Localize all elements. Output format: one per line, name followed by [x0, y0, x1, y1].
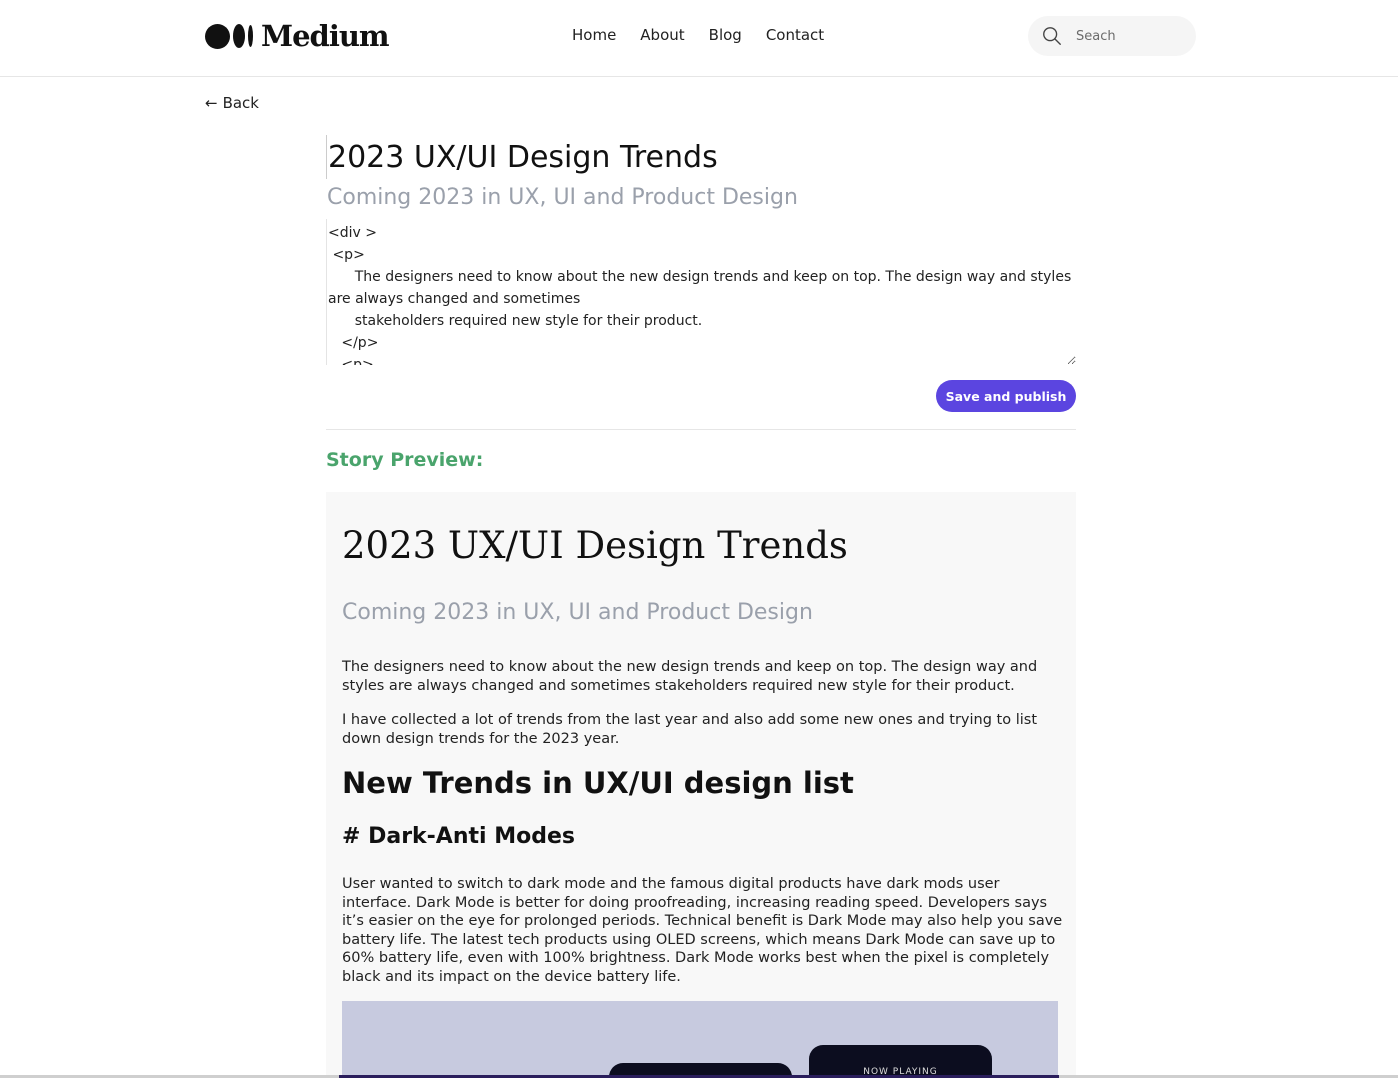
nav-contact[interactable]: Contact	[766, 25, 824, 45]
search-icon	[1043, 27, 1061, 45]
medium-logo-icon	[205, 23, 253, 49]
body-html-textarea[interactable]: <div > <p> The designers need to know ab…	[326, 219, 1076, 365]
story-preview-card: 2023 UX/UI Design Trends Coming 2023 in …	[326, 492, 1076, 1078]
nav-home[interactable]: Home	[572, 25, 616, 45]
medium-logo[interactable]: Medium	[205, 19, 390, 53]
title-input[interactable]	[326, 135, 1076, 179]
subtitle-input[interactable]	[326, 179, 1076, 215]
story-preview-label: Story Preview:	[326, 449, 484, 471]
back-label: Back	[222, 94, 259, 112]
save-and-publish-button[interactable]: Save and publish	[936, 380, 1076, 412]
preview-image: NOW PLAYING	[342, 1001, 1058, 1078]
preview-paragraph: The designers need to know about the new…	[342, 659, 1038, 694]
logo-text: Medium	[261, 19, 390, 53]
top-header: Medium Home About Blog Contact	[0, 0, 1398, 77]
preview-subtitle: Coming 2023 in UX, UI and Product Design	[342, 600, 813, 625]
nav-about[interactable]: About	[640, 25, 684, 45]
story-editor: <div > <p> The designers need to know ab…	[326, 135, 1076, 365]
phone-mockup-image: NOW PLAYING	[809, 1045, 992, 1078]
search-box[interactable]	[1028, 16, 1196, 56]
main-nav: Home About Blog Contact	[572, 25, 848, 45]
preview-subheading: # Dark-Anti Modes	[342, 824, 575, 849]
back-link[interactable]: ← Back	[205, 94, 259, 112]
divider	[326, 429, 1076, 430]
preview-paragraph: User wanted to switch to dark mode and t…	[342, 876, 1063, 985]
preview-heading: New Trends in UX/UI design list	[342, 766, 854, 800]
arrow-left-icon: ←	[205, 94, 218, 112]
search-input[interactable]	[1076, 26, 1186, 46]
nav-blog[interactable]: Blog	[709, 25, 742, 45]
preview-title: 2023 UX/UI Design Trends	[342, 524, 848, 567]
preview-paragraph: I have collected a lot of trends from th…	[342, 712, 1038, 747]
